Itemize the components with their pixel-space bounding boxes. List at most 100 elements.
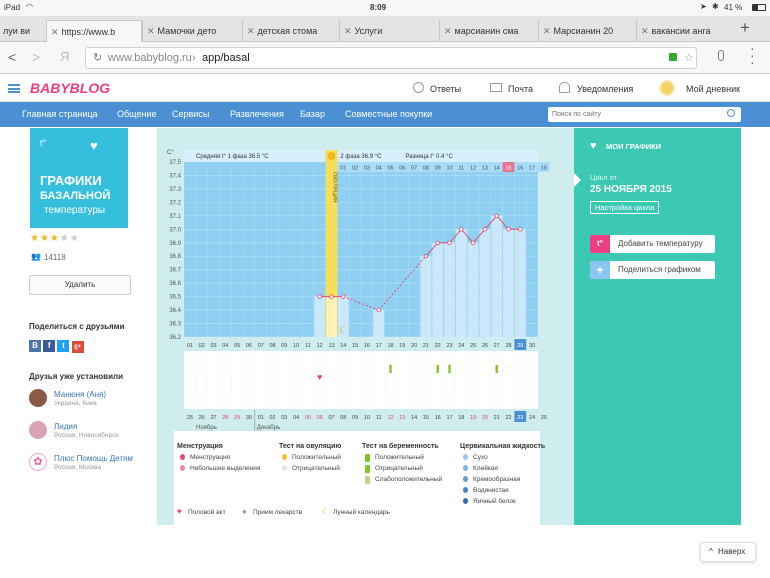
friend-name[interactable]: Лидия <box>54 422 77 431</box>
legend-extra-item: Половой акт <box>188 509 226 516</box>
friend-item[interactable]: Манюня (Аня) Украина, Киев <box>29 389 154 411</box>
legend-item: Слабоположительный <box>375 476 443 483</box>
tab[interactable]: ✕ Марсианин 20 <box>538 20 636 42</box>
friend-name[interactable]: Манюня (Аня) <box>54 390 106 399</box>
site-search-input[interactable] <box>548 107 718 122</box>
friend-name[interactable]: Плюс Помощь Детям <box>54 454 133 463</box>
legend-item: Водянистая <box>473 487 509 494</box>
bell-icon[interactable] <box>559 82 570 93</box>
tab[interactable]: ✕ вакансии анга <box>636 20 735 42</box>
reload-icon[interactable]: ↻ <box>93 48 102 68</box>
answers-icon[interactable] <box>413 82 424 93</box>
vk-icon[interactable]: В <box>29 340 41 352</box>
address-toolbar: < > Я ↻ www.babyblog.ru › app/basal ☆ · ·… <box>0 41 770 74</box>
chevron-up-icon: ^ <box>709 547 713 556</box>
heart-icon: ♥ <box>90 138 98 153</box>
battery-icon <box>752 4 766 11</box>
drop-watery-icon <box>463 487 468 493</box>
legend-item: Отрицательный <box>375 465 423 472</box>
site-logo[interactable]: BABYBLOG <box>30 80 110 96</box>
yandex-icon[interactable]: Я <box>60 49 69 64</box>
friend-item[interactable]: Лидия Россия, Новосибирск <box>29 421 154 443</box>
legend-item: Положительный <box>292 454 341 461</box>
url-path: app/basal <box>202 52 250 64</box>
drop-red-icon <box>180 454 185 460</box>
tab-label: https://www.b <box>61 27 116 37</box>
banner-line2: БАЗАЛЬНОЙ <box>40 190 111 202</box>
drop-sticky-icon <box>463 465 468 471</box>
notifications-link[interactable]: Уведомления <box>577 84 633 94</box>
back-to-top-button[interactable]: ^ Наверх <box>700 542 756 562</box>
facebook-icon[interactable]: f <box>43 340 56 352</box>
url-host: www.babyblog.ru <box>108 52 192 64</box>
drop-small-icon <box>180 465 185 471</box>
wifi-icon: ◠ <box>26 2 33 11</box>
stick-negative-icon <box>365 465 370 473</box>
gplus-icon[interactable]: g+ <box>71 341 84 353</box>
close-icon[interactable]: ✕ <box>247 26 255 36</box>
microphone-icon[interactable] <box>718 50 724 61</box>
forward-button[interactable]: > <box>32 49 40 65</box>
answers-link[interactable]: Ответы <box>430 84 461 94</box>
banner-temp-sign: t° <box>40 138 47 148</box>
tab-bar: луи ви ✕ https://www.b ✕ Мамочки дето ✕ дет… <box>0 16 770 42</box>
share-chart-button[interactable]: + Поделиться графиком <box>590 261 715 279</box>
nav-entertainment[interactable]: Развлечения <box>230 102 284 127</box>
device-name: iPad <box>4 3 21 12</box>
url-field[interactable]: ↻ www.babyblog.ru › app/basal ☆ <box>85 47 697 69</box>
status-bar: iPad ◠ 8:09 ➤ ✱ 41 % <box>0 0 770 16</box>
hamburger-icon[interactable] <box>8 84 20 93</box>
delete-button[interactable]: Удалить <box>29 275 131 295</box>
nav-community[interactable]: Общение <box>117 102 156 127</box>
twitter-icon[interactable]: t <box>57 340 70 352</box>
new-tab-button[interactable]: + <box>740 18 750 38</box>
tab[interactable]: ✕ Мамочки дето <box>142 20 242 42</box>
star-icon[interactable]: ☆ <box>684 48 694 68</box>
tab-active[interactable]: ✕ https://www.b <box>46 20 142 42</box>
add-temperature-button[interactable]: t° Добавить температуру <box>590 235 715 253</box>
tab[interactable]: ✕ детская стома <box>242 20 339 42</box>
close-icon[interactable]: ✕ <box>344 26 352 36</box>
mail-link[interactable]: Почта <box>508 84 533 94</box>
circle-empty-icon <box>282 465 287 471</box>
stick-positive-icon <box>365 454 370 462</box>
thermometer-icon: t° <box>590 235 610 253</box>
legend-item: Небольшие выделения <box>190 465 261 472</box>
friend-location: Россия, Москва <box>54 464 102 471</box>
legend-group-title: Тест на беременность <box>362 443 439 450</box>
tab-label: Мамочки дето <box>157 26 217 36</box>
close-icon[interactable]: ✕ <box>641 26 649 36</box>
tab-label: вакансии анга <box>651 26 711 36</box>
tab-label: луи ви <box>3 26 31 36</box>
battery-percent: 41 % <box>724 3 743 12</box>
drop-eggwhite-icon <box>463 498 468 504</box>
tab[interactable]: ✕ марсианин сма <box>439 20 538 42</box>
friend-item[interactable]: ✿ Плюс Помощь Детям Россия, Москва <box>29 453 157 475</box>
nav-services[interactable]: Сервисы <box>172 102 209 127</box>
legend-item: Положительный <box>375 454 424 461</box>
tab[interactable]: ✕ Услуги <box>339 20 439 42</box>
cycle-settings-button[interactable]: Настройка цикла <box>590 201 660 214</box>
cycle-date[interactable]: 25 НОЯБРЯ 2015 <box>590 184 672 195</box>
avatar[interactable] <box>659 80 675 96</box>
tab[interactable]: луи ви <box>0 20 46 42</box>
friend-location: Россия, Новосибирск <box>54 432 119 439</box>
my-diary-link[interactable]: Мой дневник <box>686 84 740 94</box>
friends-title: Друзья уже установили <box>29 372 124 381</box>
back-button[interactable]: < <box>8 49 16 65</box>
main-nav: Главная страница Общение Сервисы Развлеч… <box>0 102 770 127</box>
close-icon[interactable]: ✕ <box>543 26 551 36</box>
close-icon[interactable]: ✕ <box>444 26 452 36</box>
avatar <box>29 389 47 407</box>
mail-icon[interactable] <box>490 83 502 92</box>
menu-dots-icon[interactable]: · · · <box>750 41 755 69</box>
nav-home[interactable]: Главная страница <box>22 102 98 127</box>
close-icon[interactable]: ✕ <box>147 26 155 36</box>
chart-legend: Менструация Менструация Небольшие выделени… <box>157 128 574 525</box>
nav-bazaar[interactable]: Базар <box>300 102 325 127</box>
close-icon[interactable]: ✕ <box>51 27 59 37</box>
legend-item: Кремообразная <box>473 476 521 483</box>
nav-joint-purchases[interactable]: Совместные покупки <box>345 102 432 127</box>
avatar: ✿ <box>29 453 47 471</box>
search-icon[interactable] <box>727 109 735 117</box>
